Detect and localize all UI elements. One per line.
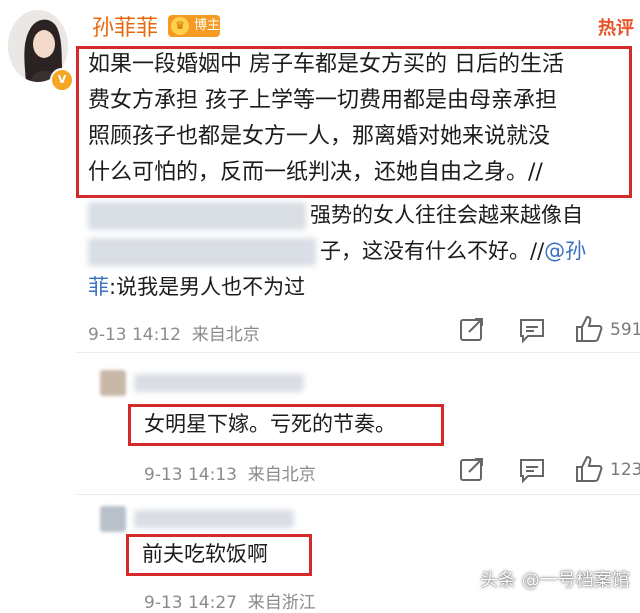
repost-line-2: 子，这没有什么不好。//@孙 [320,236,586,266]
share-icon[interactable] [458,456,486,484]
reply-text: 女明星下嫁。亏死的节奏。 [144,412,396,436]
crown-icon: ♛ [171,17,189,35]
reply-time: 9-13 14:27 [144,593,237,613]
comment-icon[interactable] [518,456,546,484]
like-icon[interactable] [574,454,603,482]
share-icon[interactable] [458,316,486,344]
reply-source: 来自北京 [247,465,316,485]
blurred-reply-username [134,374,304,392]
divider [76,352,640,353]
comment-line-3: 照顾孩子也都是女方一人，那离婚对她来说就没 [88,124,551,149]
verified-icon: V [50,68,74,92]
blurred-text [88,238,316,266]
mention-link[interactable]: @孙 [544,239,586,263]
repost-line-3-text: :说我是男人也不为过 [109,275,306,299]
comment-line-4: 什么可怕的，反而一纸判决，还她自由之身。// [88,160,543,185]
like-icon[interactable] [574,314,603,342]
mention-link-cont[interactable]: 菲 [88,275,109,299]
comment-line-2: 费女方承担 孩子上学等一切费用都是由母亲承担 [88,88,557,113]
repost-line-2-text: 子，这没有什么不好。// [320,239,545,263]
reply-avatar[interactable] [100,506,126,532]
divider [76,494,640,495]
reply-text: 前夫吃软饭啊 [142,542,268,566]
comment-time-value: 9-13 14:12 [88,325,181,345]
reply-meta: 9-13 14:27 来自浙江 [144,588,316,613]
comment-icon[interactable] [518,316,546,344]
blogger-badge-label: 博主 [194,18,221,33]
reply-like-count: 123 [610,460,640,480]
comment-source: 来自北京 [191,325,260,345]
reply-avatar[interactable] [100,370,126,396]
blurred-reply-username [134,510,294,528]
repost-line-3: 菲:说我是男人也不为过 [88,272,305,302]
reply-meta: 9-13 14:13 来自北京 [144,460,316,485]
reply-time: 9-13 14:13 [144,465,237,485]
comment-time: 9-13 14:12 来自北京 [88,320,260,345]
hot-comment-tag: 热评 [598,18,634,39]
like-count: 591 [610,320,640,340]
user-name[interactable]: 孙菲菲 [92,10,158,42]
blurred-username [88,202,306,230]
reply-source: 来自浙江 [247,593,316,613]
comment-line-1: 如果一段婚姻中 房子车都是女方买的 日后的生活 [88,52,564,77]
watermark: 头条 @一号档案馆 [480,570,630,591]
repost-line-1: 强势的女人往往会越来越像自 [310,203,583,227]
blogger-badge: ♛ 博主 [168,15,220,37]
